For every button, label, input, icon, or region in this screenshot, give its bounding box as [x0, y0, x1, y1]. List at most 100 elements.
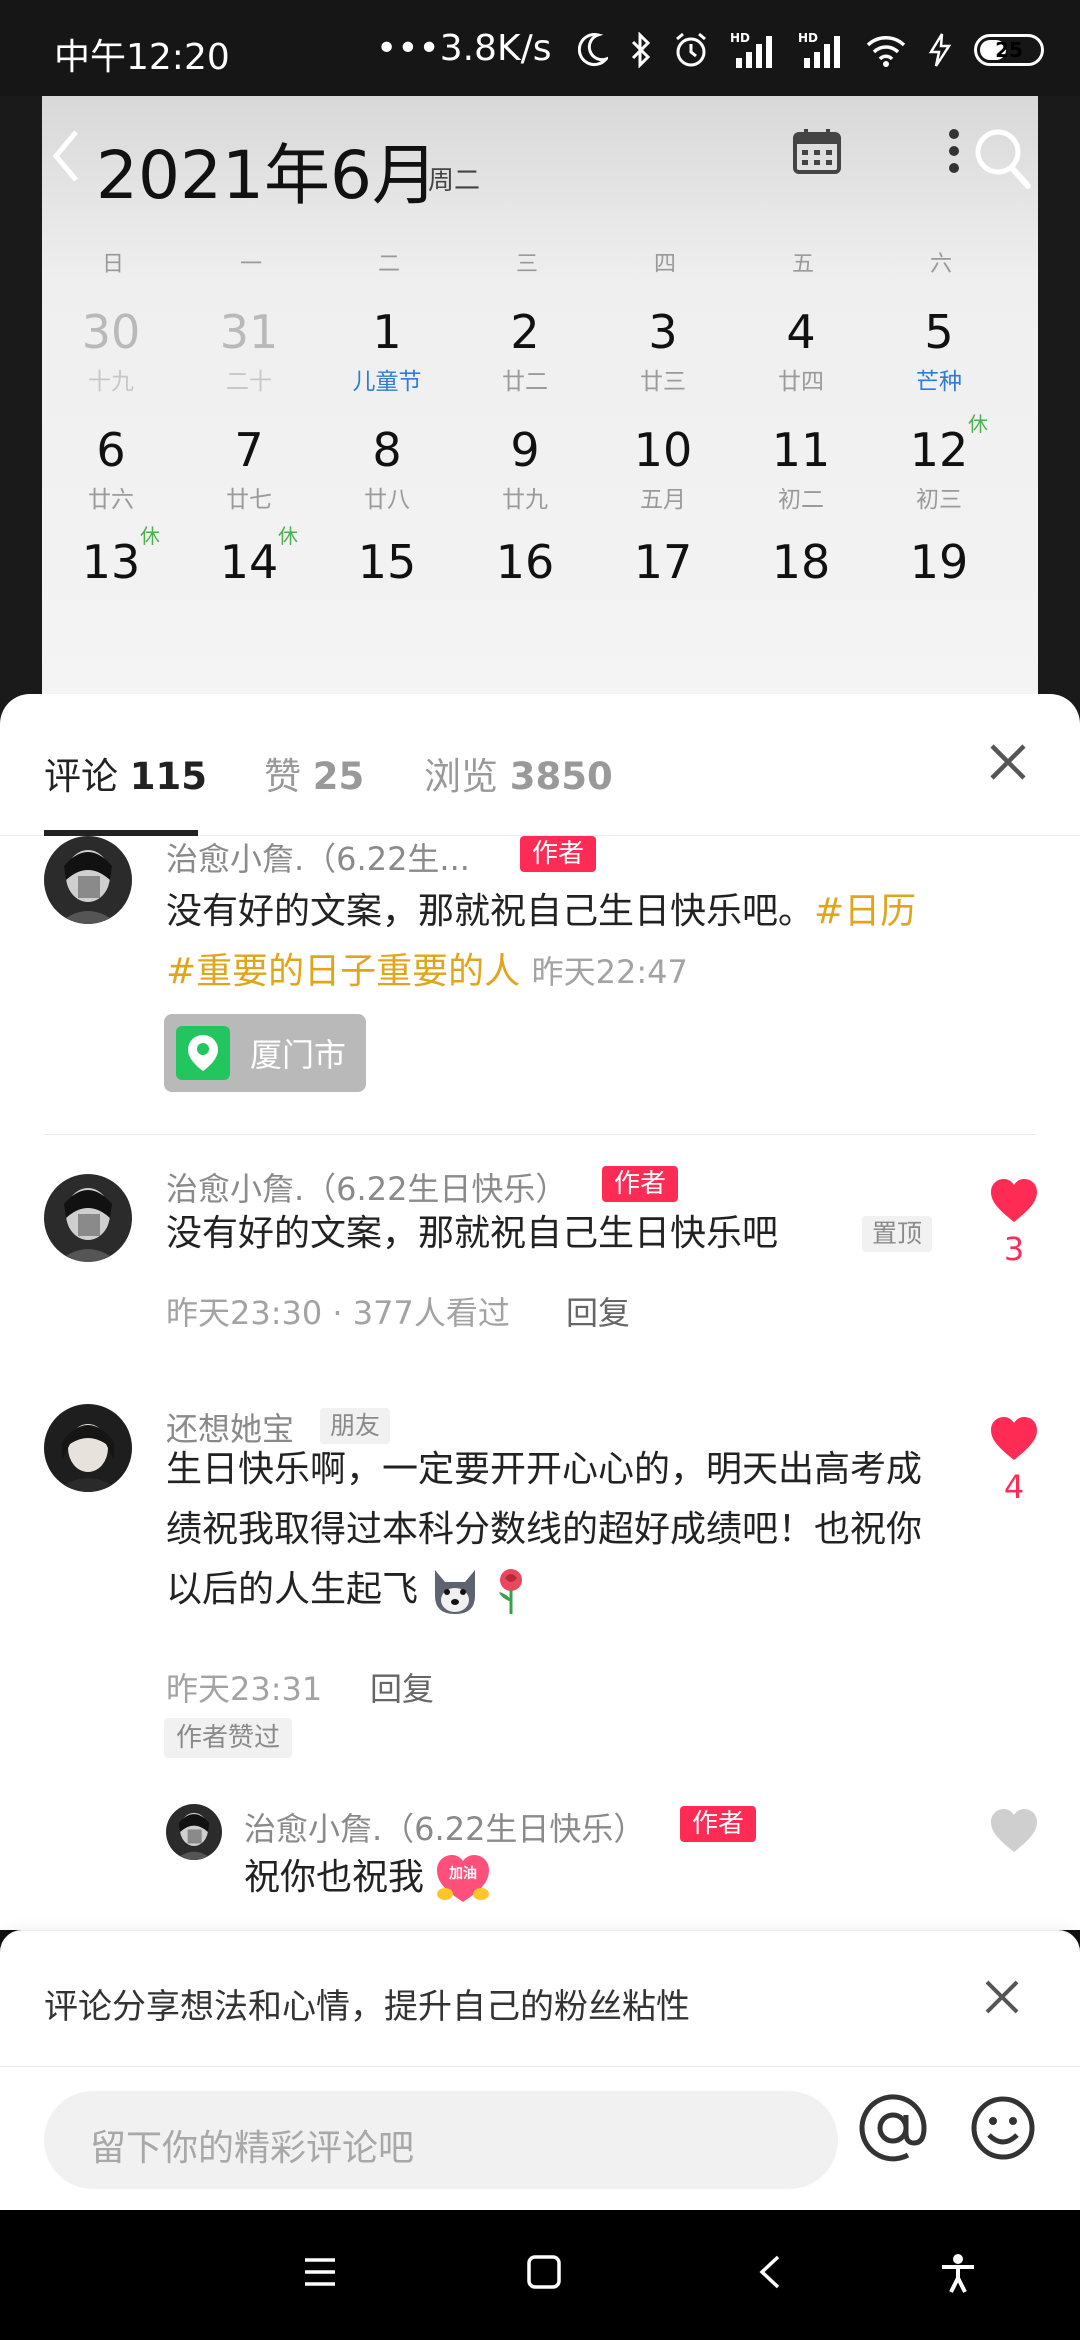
charging-icon	[928, 33, 952, 67]
calendar-day-cell[interactable]: 31 二十	[180, 304, 318, 396]
calendar-day-cell[interactable]: 2 廿二	[456, 304, 594, 396]
wifi-icon	[866, 36, 906, 67]
calendar-day-cell[interactable]: 15	[318, 534, 456, 592]
calendar-month-title: 2021年6月	[96, 137, 438, 214]
heart-icon	[991, 1809, 1037, 1852]
day-number: 3	[648, 305, 678, 359]
comment-text: 生日快乐啊，一定要开开心心的，明天出高考成绩祝我取得过本科分数线的超好成绩吧！也…	[166, 1440, 956, 1620]
back-arrow-icon[interactable]	[48, 126, 82, 186]
husky-emoji-icon	[435, 1570, 476, 1614]
lunar-date: 二十	[226, 369, 272, 395]
calendar-week-row: 13 休 14 休 15 16 17 18 19	[42, 524, 1008, 592]
day-number: 8	[372, 423, 402, 477]
calendar-day-cell[interactable]: 9 廿九	[456, 422, 594, 514]
tab-views[interactable]: 浏览 3850	[424, 746, 613, 800]
calendar-day-cell[interactable]: 16	[456, 534, 594, 592]
day-number: 6	[96, 423, 126, 477]
like-button[interactable]	[984, 1808, 1044, 1858]
svg-text:HD: HD	[730, 31, 750, 45]
tip-banner: 评论分享想法和心情，提升自己的粉丝粘性	[0, 1930, 1080, 2066]
lunar-date: 廿二	[502, 369, 548, 395]
calendar-day-cell[interactable]: 5 芒种	[870, 304, 1008, 396]
more-icon[interactable]	[948, 128, 960, 174]
back-icon[interactable]	[756, 2254, 784, 2290]
sticker-text: 加油	[448, 1865, 477, 1882]
location-tag[interactable]: 厦门市	[164, 1014, 366, 1092]
calendar-day-cell[interactable]: 3 廿三	[594, 304, 732, 396]
location-label: 厦门市	[250, 1036, 347, 1074]
calendar-day-cell[interactable]: 11 初二	[732, 422, 870, 514]
day-number: 16	[495, 535, 555, 589]
hashtag-link[interactable]: #重要的日子重要的人	[166, 951, 520, 992]
tab-label: 评论	[44, 755, 118, 798]
lunar-date: 廿九	[502, 487, 548, 513]
day-number: 31	[219, 305, 279, 359]
calendar-day-cell[interactable]: 13 休	[42, 524, 180, 592]
close-icon[interactable]	[986, 740, 1030, 784]
hd-signal-icon: HD	[798, 31, 840, 68]
like-button[interactable]: 4	[984, 1416, 1044, 1506]
weekday-label: 日	[101, 252, 124, 277]
network-speed: •••3.8K/s	[376, 28, 552, 69]
tip-text: 评论分享想法和心情，提升自己的粉丝粘性	[44, 1987, 690, 2027]
day-number: 4	[786, 305, 816, 359]
day-number: 19	[909, 535, 969, 589]
day-number: 1	[372, 305, 402, 359]
reply-button[interactable]: 回复	[370, 1664, 434, 1710]
lunar-date: 初二	[778, 487, 824, 513]
calendar-day-cell[interactable]: 30 十九	[42, 304, 180, 396]
calendar-day-cell[interactable]: 1 儿童节	[318, 304, 456, 396]
avatar[interactable]	[44, 1404, 132, 1492]
comment-tabs: 评论 115 赞 25 浏览 3850	[0, 694, 1080, 836]
day-number: 2	[510, 305, 540, 359]
calendar-day-cell[interactable]: 12 初三休	[870, 412, 1008, 514]
comment-time: 昨天23:31	[166, 1670, 323, 1708]
calendar-day-cell[interactable]: 8 廿八	[318, 422, 456, 514]
battery-level: 25	[995, 38, 1023, 62]
like-count: 4	[1003, 1468, 1025, 1506]
divider	[44, 1134, 1036, 1135]
tab-likes[interactable]: 赞 25	[264, 746, 364, 800]
avatar[interactable]	[44, 1174, 132, 1262]
weekday-label: 二	[377, 252, 400, 277]
comment-text: 没有好的文案，那就祝自己生日快乐吧	[166, 1213, 779, 1254]
calendar-day-cell[interactable]: 19	[870, 534, 1008, 592]
status-icons: HD HD 25	[578, 28, 1044, 72]
moon-icon	[578, 33, 608, 67]
calendar-day-cell[interactable]: 6 廿六	[42, 422, 180, 514]
commenter-name[interactable]: 治愈小詹.（6.22生...	[166, 834, 470, 880]
at-mention-icon[interactable]	[858, 2093, 928, 2163]
calendar-day-cell[interactable]: 14 休	[180, 524, 318, 592]
day-number: 30	[81, 305, 141, 359]
hashtag-link[interactable]: #日历	[814, 891, 916, 932]
emoji-icon[interactable]	[970, 2095, 1036, 2161]
avatar[interactable]	[166, 1804, 222, 1860]
avatar[interactable]	[44, 836, 132, 924]
calendar-day-cell[interactable]: 10 五月	[594, 422, 732, 514]
day-number: 17	[633, 535, 693, 589]
like-button[interactable]: 3	[984, 1178, 1044, 1268]
tab-comments[interactable]: 评论 115	[44, 746, 207, 800]
calendar-day-cell[interactable]: 4 廿四	[732, 304, 870, 396]
day-number: 15	[357, 535, 417, 589]
weekday-label: 五	[791, 252, 814, 277]
battery-icon: 25	[974, 34, 1044, 66]
accessibility-icon[interactable]	[938, 2254, 978, 2294]
comment-input[interactable]: 留下你的精彩评论吧	[44, 2091, 838, 2189]
close-icon[interactable]	[982, 1977, 1022, 2017]
commenter-name[interactable]: 治愈小詹.（6.22生日快乐）	[244, 1804, 645, 1850]
calendar-icon[interactable]	[792, 126, 842, 176]
calendar-day-cell[interactable]: 7 廿七	[180, 422, 318, 514]
day-number: 10	[633, 423, 693, 477]
menu-icon[interactable]	[302, 2254, 338, 2290]
day-number: 5	[924, 305, 954, 359]
calendar-day-cell[interactable]: 17	[594, 534, 732, 592]
heart-icon	[991, 1179, 1037, 1222]
bluetooth-icon	[631, 32, 651, 68]
holiday-rest-badge: 休	[278, 524, 298, 548]
calendar-day-cell[interactable]: 18	[732, 534, 870, 592]
search-icon[interactable]	[972, 126, 1034, 192]
comments-sheet: 评论 115 赞 25 浏览 3850 治愈小詹.（6.22生... 作者 没有…	[0, 694, 1080, 1930]
reply-button[interactable]: 回复	[566, 1288, 630, 1334]
home-icon[interactable]	[526, 2254, 562, 2290]
